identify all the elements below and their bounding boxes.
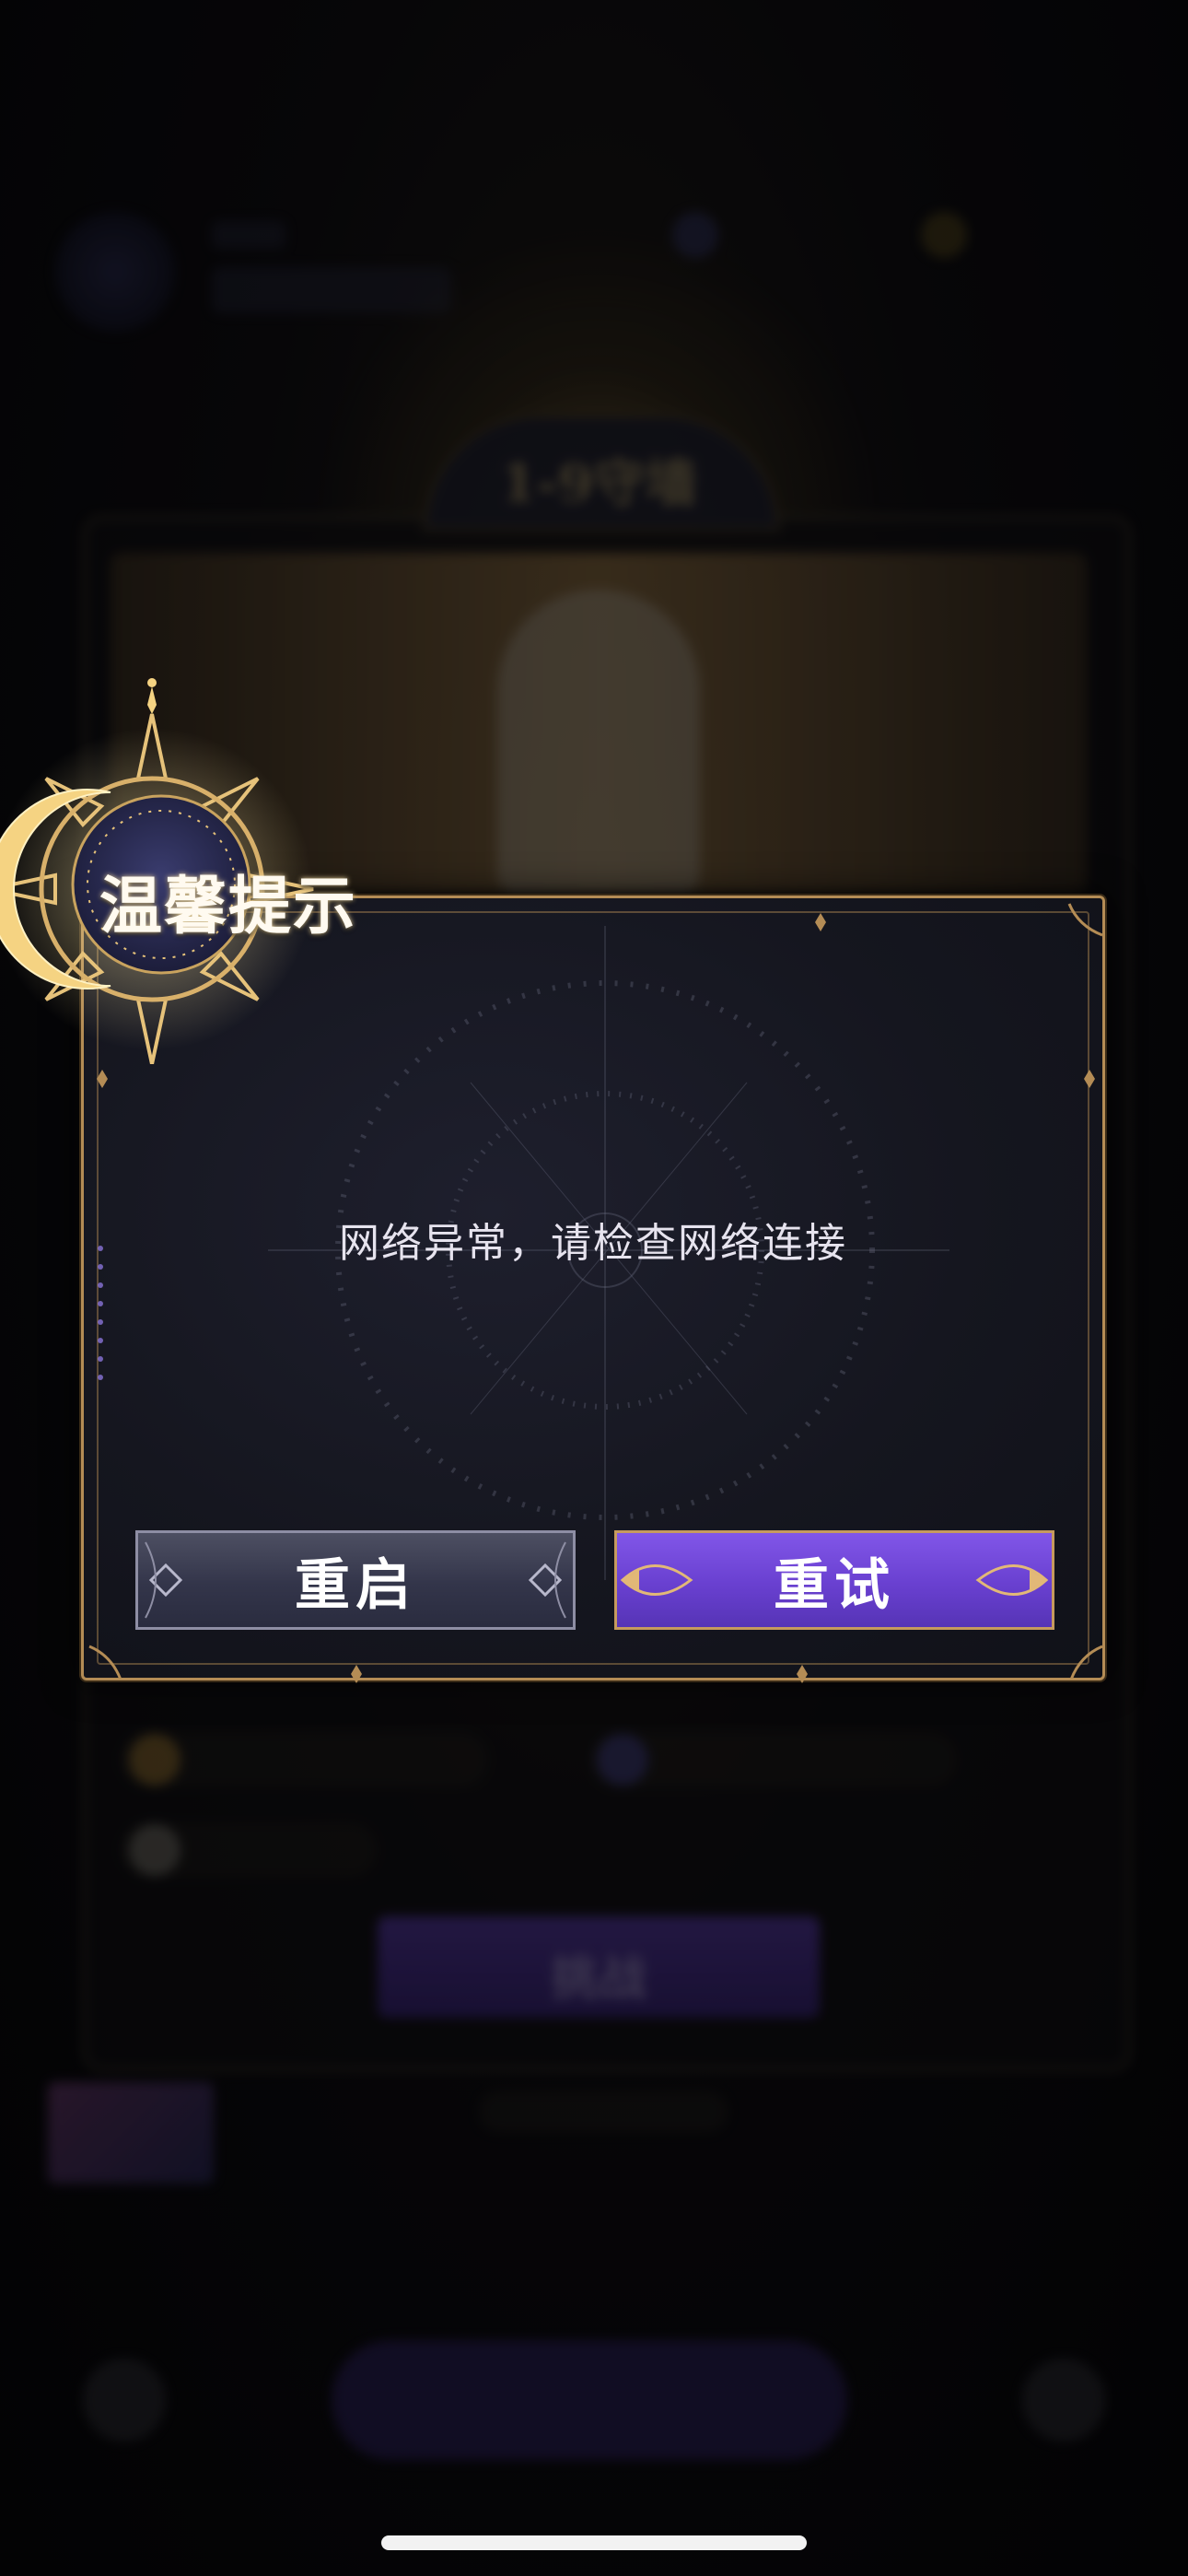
flourish-icon [528, 1541, 566, 1619]
app-screen: 1-9守墙 挑战 网络异常，请检查网络连接 重启 重试 温馨提示 [0, 0, 1188, 2576]
retry-button[interactable]: 重试 [614, 1530, 1054, 1630]
flourish-icon [620, 1564, 693, 1596]
retry-button-label: 重试 [774, 1552, 895, 1618]
dialog-title: 温馨提示 [99, 870, 358, 943]
home-indicator[interactable] [381, 2535, 807, 2550]
restart-button[interactable]: 重启 [135, 1530, 576, 1630]
flourish-icon [145, 1541, 183, 1619]
flourish-icon [975, 1564, 1049, 1596]
restart-button-label: 重启 [295, 1552, 416, 1618]
dialog-message: 网络异常，请检查网络连接 [339, 1220, 847, 1267]
